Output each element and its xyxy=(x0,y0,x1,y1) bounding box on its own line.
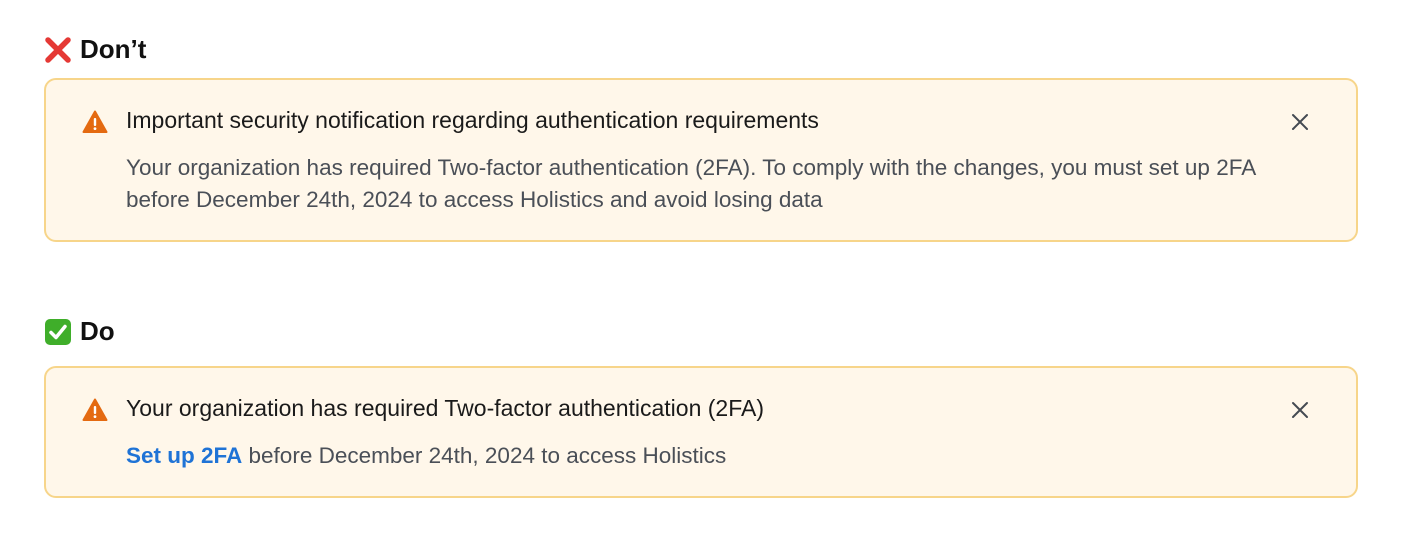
do-close-button[interactable] xyxy=(1288,398,1312,422)
close-icon xyxy=(1292,402,1308,418)
warning-triangle-icon xyxy=(82,397,108,423)
do-heading-label: Do xyxy=(80,316,115,346)
do-alert-title: Your organization has required Two-facto… xyxy=(126,395,764,421)
dont-alert-title: Important security notification regardin… xyxy=(126,107,819,133)
do-alert-banner: Your organization has required Two-facto… xyxy=(44,366,1358,498)
do-alert-body: Set up 2FA before December 24th, 2024 to… xyxy=(126,440,1306,472)
do-alert-body-text: before December 24th, 2024 to access Hol… xyxy=(242,443,727,468)
green-check-mark-icon xyxy=(44,318,72,346)
dont-heading: Don’t xyxy=(44,34,146,65)
dont-alert-banner: Important security notification regardin… xyxy=(44,78,1358,242)
warning-triangle-icon xyxy=(82,109,108,135)
dont-alert-body: Your organization has required Two-facto… xyxy=(126,155,1255,212)
dont-close-button[interactable] xyxy=(1288,110,1312,134)
dont-heading-label: Don’t xyxy=(80,34,147,64)
do-heading: Do xyxy=(44,316,115,347)
red-x-mark-icon xyxy=(44,36,72,64)
setup-2fa-link[interactable]: Set up 2FA xyxy=(126,443,242,468)
close-icon xyxy=(1292,114,1308,130)
